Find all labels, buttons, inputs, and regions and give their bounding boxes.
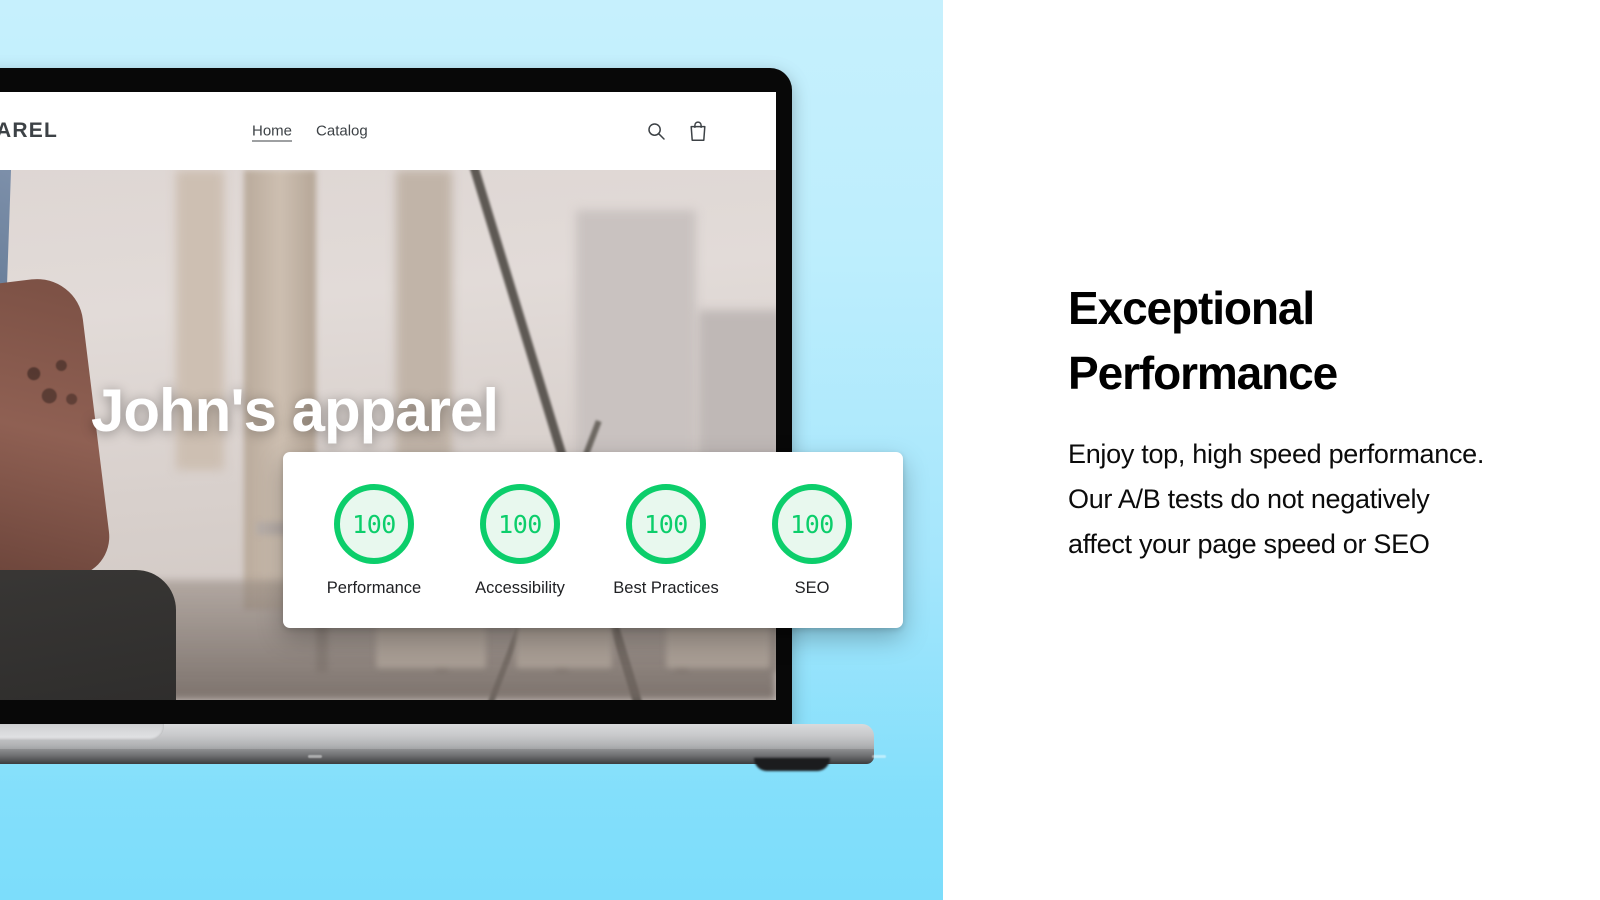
page-root: AREL Home Catalog John's apparel 100 Per…	[0, 0, 1600, 900]
gauge-performance: 100	[334, 484, 414, 564]
feature-content: Exceptional Performance Enjoy top, high …	[1068, 276, 1488, 567]
feature-heading-line1: Exceptional	[1068, 282, 1315, 334]
feature-text-panel: Exceptional Performance Enjoy top, high …	[943, 0, 1600, 900]
shopping-bag-icon[interactable]	[688, 120, 708, 142]
score-label-accessibility: Accessibility	[475, 579, 565, 597]
score-label-seo: SEO	[794, 579, 830, 597]
storefront-nav-icons	[646, 120, 708, 142]
gauge-seo: 100	[772, 484, 852, 564]
search-icon[interactable]	[646, 121, 666, 141]
gauge-value-performance: 100	[352, 509, 396, 539]
score-item-seo: 100 SEO	[739, 484, 885, 598]
feature-heading: Exceptional Performance	[1068, 276, 1488, 406]
hero-visual-panel: AREL Home Catalog John's apparel 100 Per…	[0, 0, 943, 900]
score-label-best-practices: Best Practices	[613, 579, 719, 597]
laptop-base	[0, 724, 886, 771]
gauge-value-accessibility: 100	[498, 509, 542, 539]
store-logo[interactable]: AREL	[0, 119, 58, 143]
laptop-mockup: AREL Home Catalog John's apparel	[0, 68, 886, 771]
hero-heading: John's apparel	[91, 377, 499, 444]
storefront-navbar: AREL Home Catalog	[0, 92, 776, 170]
gauge-accessibility: 100	[480, 484, 560, 564]
score-label-performance: Performance	[326, 579, 422, 597]
storefront-nav-links: Home Catalog	[252, 123, 368, 140]
score-item-performance: 100 Performance	[301, 484, 447, 598]
feature-body-text: Enjoy top, high speed performance. Our A…	[1068, 439, 1485, 559]
nav-link-catalog[interactable]: Catalog	[316, 123, 368, 140]
nav-link-home[interactable]: Home	[252, 123, 292, 140]
laptop-base-notch	[0, 724, 164, 740]
feature-heading-line2: Performance	[1068, 347, 1338, 399]
laptop-lid: AREL Home Catalog John's apparel	[0, 68, 792, 730]
gauge-value-best-practices: 100	[644, 509, 688, 539]
gauge-value-seo: 100	[790, 509, 834, 539]
score-item-accessibility: 100 Accessibility	[447, 484, 593, 598]
gauge-best-practices: 100	[626, 484, 706, 564]
score-item-best-practices: 100 Best Practices	[593, 484, 739, 598]
lighthouse-score-card: 100 Performance 100 Accessibility 100 Be…	[283, 452, 903, 628]
